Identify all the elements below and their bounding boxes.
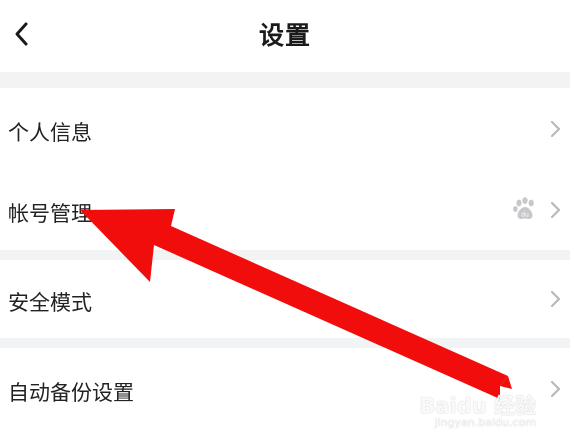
settings-screen: 设置 个人信息 帐号管理 du 安全模式 自动备份设置 Baidu 经验 jin… [0, 0, 570, 446]
chevron-right-icon [550, 290, 561, 308]
settings-item-personal-info[interactable]: 个人信息 [0, 88, 570, 170]
section-divider [0, 338, 570, 348]
page-title: 设置 [258, 21, 311, 50]
section-divider [0, 250, 570, 260]
settings-item-account-management[interactable]: 帐号管理 du [0, 170, 570, 250]
svg-text:du: du [521, 212, 529, 219]
settings-item-label: 自动备份设置 [8, 381, 134, 405]
settings-item-safe-mode[interactable]: 安全模式 [0, 260, 570, 338]
top-bar: 设置 [0, 0, 570, 72]
chevron-right-icon [550, 120, 561, 138]
settings-item-auto-backup[interactable]: 自动备份设置 [0, 348, 570, 446]
baidu-paw-icon: du [513, 197, 534, 220]
chevron-right-icon [550, 380, 561, 398]
section-divider [0, 72, 570, 88]
settings-item-label: 帐号管理 [8, 202, 92, 226]
chevron-right-icon [550, 201, 561, 219]
settings-item-label: 安全模式 [8, 291, 92, 315]
settings-item-label: 个人信息 [8, 121, 92, 145]
